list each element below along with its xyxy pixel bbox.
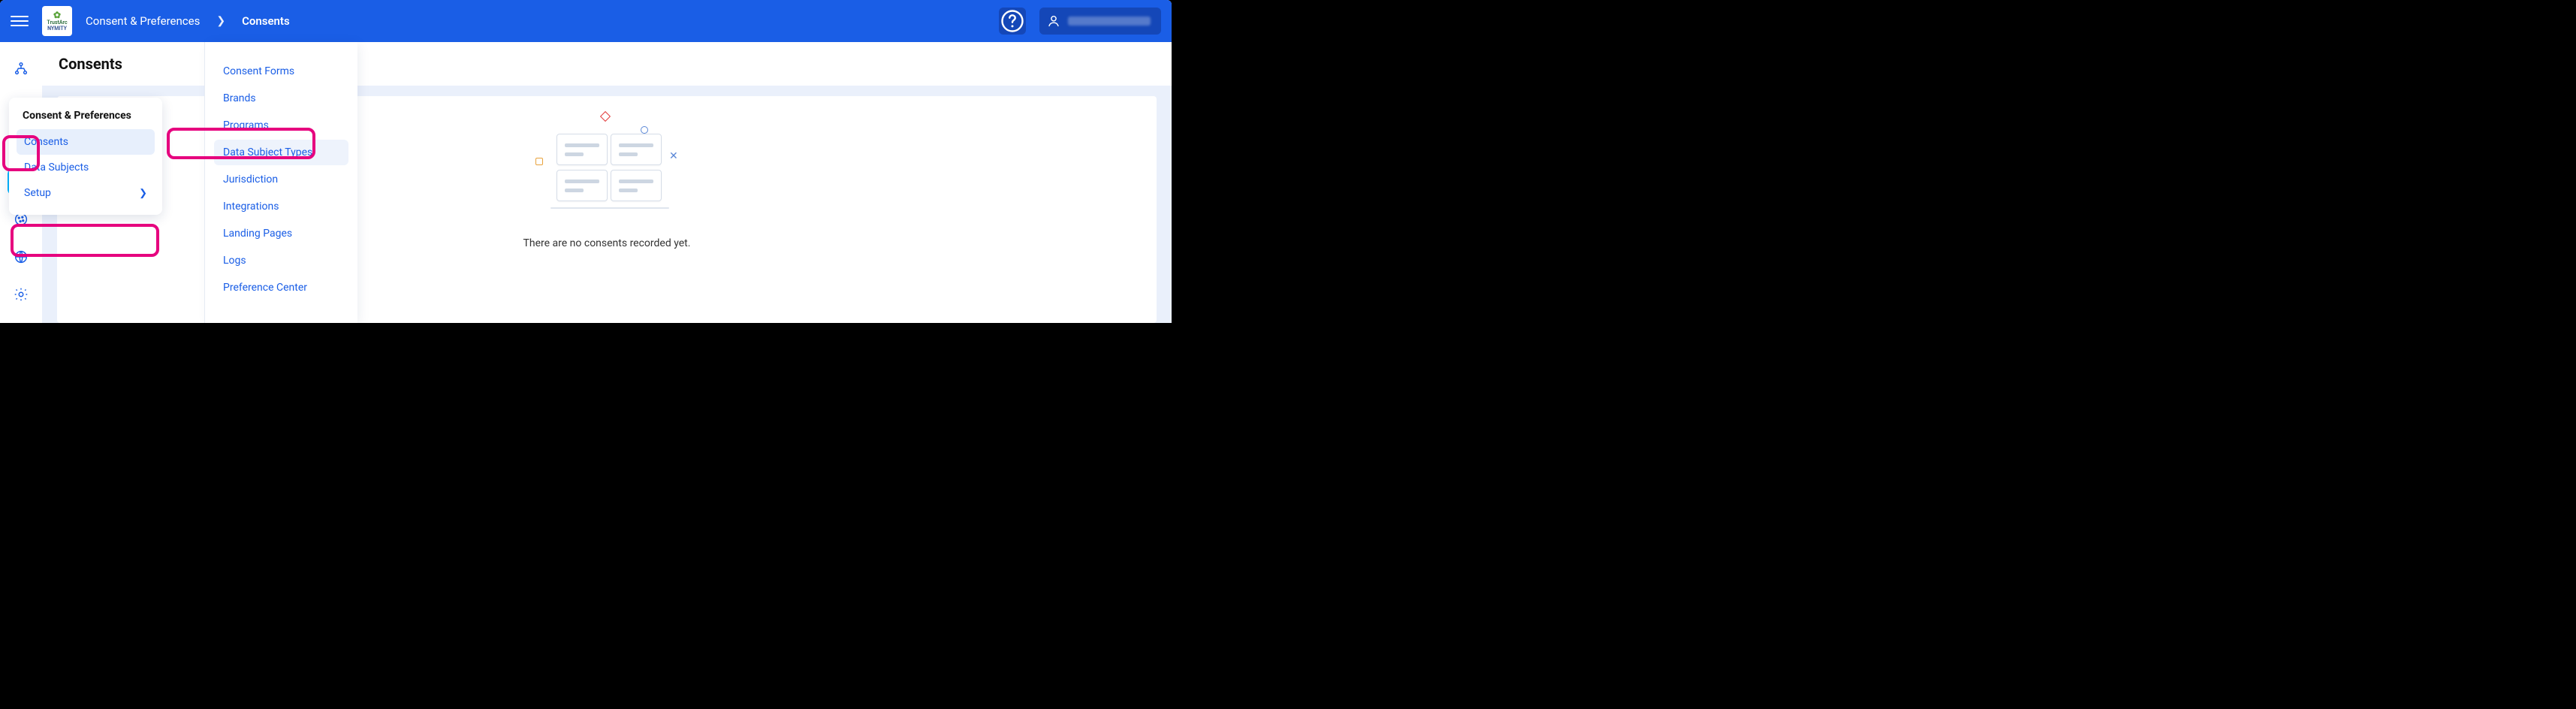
user-icon [1045, 13, 1062, 29]
setup-submenu: Consent Forms Brands Programs Data Subje… [204, 42, 357, 323]
rail-item-settings[interactable] [8, 281, 35, 308]
menu-toggle-button[interactable] [11, 12, 29, 30]
org-icon [13, 61, 29, 77]
submenu-brands[interactable]: Brands [214, 86, 348, 111]
app-frame: ✿ TrustArc NYMITY Consent & Preferences … [0, 0, 1172, 323]
ring-icon [641, 126, 648, 134]
flyout-item-consents[interactable]: Consents [17, 129, 155, 155]
submenu-jurisdiction[interactable]: Jurisdiction [214, 167, 348, 192]
flyout-item-setup[interactable]: Setup ❯ [17, 180, 155, 206]
flyout-item-data-subjects[interactable]: Data Subjects [17, 155, 155, 180]
empty-illustration: ✕ [535, 111, 678, 224]
chevron-right-icon: ❯ [216, 15, 225, 27]
submenu-consent-forms[interactable]: Consent Forms [214, 59, 348, 84]
rail-item-org[interactable] [8, 56, 35, 83]
gear-icon [13, 286, 29, 303]
consent-preferences-flyout: Consent & Preferences Consents Data Subj… [9, 98, 162, 215]
empty-message: There are no consents recorded yet. [523, 237, 691, 249]
submenu-integrations[interactable]: Integrations [214, 194, 348, 219]
help-icon [999, 8, 1026, 35]
breadcrumb-current: Consents [242, 14, 290, 28]
diamond-icon [600, 111, 611, 122]
user-name-redacted [1068, 17, 1151, 26]
brand-logo: ✿ TrustArc NYMITY [42, 6, 72, 36]
user-menu[interactable] [1039, 8, 1161, 35]
leaf-icon: ✿ [53, 11, 61, 20]
globe-icon [13, 249, 29, 265]
submenu-programs[interactable]: Programs [214, 113, 348, 138]
breadcrumb: Consent & Preferences ❯ Consents [86, 14, 290, 28]
help-button[interactable] [999, 8, 1026, 35]
submenu-landing-pages[interactable]: Landing Pages [214, 221, 348, 246]
flyout-title: Consent & Preferences [17, 110, 155, 129]
rail-item-globe[interactable] [8, 243, 35, 270]
chevron-right-icon: ❯ [139, 188, 147, 199]
logo-text-bottom: NYMITY [47, 26, 67, 32]
x-icon: ✕ [669, 150, 678, 162]
submenu-logs[interactable]: Logs [214, 248, 348, 273]
square-icon [535, 158, 543, 165]
content-area: Consents Consent Forms Brands Programs D… [42, 42, 1172, 323]
top-bar: ✿ TrustArc NYMITY Consent & Preferences … [0, 0, 1172, 42]
submenu-data-subject-types[interactable]: Data Subject Types [214, 140, 348, 165]
breadcrumb-root[interactable]: Consent & Preferences [86, 14, 200, 28]
submenu-preference-center[interactable]: Preference Center [214, 275, 348, 300]
